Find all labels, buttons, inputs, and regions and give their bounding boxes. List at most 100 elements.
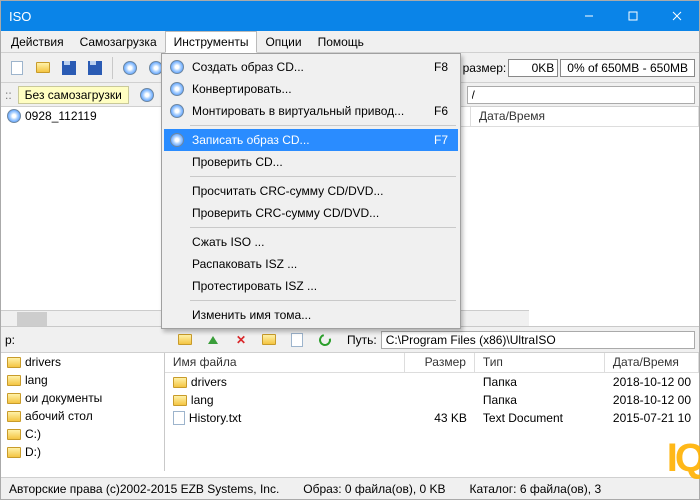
capacity-value: 0% of 650MB - 650MB xyxy=(560,59,695,77)
blank-icon xyxy=(168,153,186,171)
boot-disc-button[interactable] xyxy=(135,83,159,107)
local-tree[interactable]: driverslang ои документы абочий стол C:)D:) xyxy=(1,353,165,471)
col-type[interactable]: Тип xyxy=(475,353,605,372)
lower-toolbar: р: ✕ Путь: xyxy=(1,327,699,353)
info-button[interactable] xyxy=(285,328,309,352)
menu-item-shortcut: F6 xyxy=(426,104,454,118)
scroll-thumb[interactable] xyxy=(17,312,47,326)
lower-path-input[interactable] xyxy=(381,331,695,349)
col-size[interactable]: Размер xyxy=(405,353,475,372)
disc-tool-button[interactable] xyxy=(118,56,142,80)
blank-icon xyxy=(168,204,186,222)
menu-помощь[interactable]: Помощь xyxy=(310,31,372,52)
menu-item[interactable]: Сжать ISO ... xyxy=(164,231,458,253)
menu-item-label: Сжать ISO ... xyxy=(192,235,420,249)
menubar: ДействияСамозагрузкаИнструментыОпцииПомо… xyxy=(1,31,699,53)
menu-item[interactable]: Проверить CRC-сумму CD/DVD... xyxy=(164,202,458,224)
tree-item[interactable]: 0928_112119 xyxy=(1,107,170,125)
menu-separator xyxy=(190,227,456,228)
remove-button[interactable]: ✕ xyxy=(229,328,253,352)
file-name: lang xyxy=(191,393,214,407)
arrow-up-icon xyxy=(208,336,218,344)
file-date: 2018-10-12 00 xyxy=(605,375,699,389)
file-date: 2015-07-21 10 xyxy=(605,411,699,425)
status-image: Образ: 0 файла(ов), 0 KB xyxy=(303,482,445,496)
menu-действия[interactable]: Действия xyxy=(3,31,72,52)
reload-button[interactable] xyxy=(313,328,337,352)
tree-item[interactable]: lang xyxy=(1,371,164,389)
close-button[interactable] xyxy=(655,1,699,31)
new-button[interactable] xyxy=(5,56,29,80)
lower-path-label: Путь: xyxy=(347,333,377,347)
menu-item[interactable]: Просчитать CRC-сумму CD/DVD... xyxy=(164,180,458,202)
tree-item[interactable]: абочий стол xyxy=(1,407,164,425)
col-date[interactable]: Дата/Время xyxy=(605,353,699,372)
total-size-value: 0KB xyxy=(508,59,558,77)
tree-item[interactable]: C:) xyxy=(1,425,164,443)
floppy-icon xyxy=(88,61,102,75)
folder-icon xyxy=(7,447,21,458)
menu-item[interactable]: Протестировать ISZ ... xyxy=(164,275,458,297)
file-row[interactable]: driversПапка2018-10-12 00 xyxy=(165,373,699,391)
disc-icon xyxy=(168,80,186,98)
menu-item[interactable]: Распаковать ISZ ... xyxy=(164,253,458,275)
tree-item-label: ои документы xyxy=(25,391,102,405)
up-button[interactable] xyxy=(173,328,197,352)
tree-item[interactable]: drivers xyxy=(1,353,164,371)
new-folder-button[interactable] xyxy=(257,328,281,352)
tree-item[interactable]: ои документы xyxy=(1,389,164,407)
save-as-button[interactable] xyxy=(83,56,107,80)
local-file-list[interactable]: Имя файла Размер Тип Дата/Время driversП… xyxy=(165,353,699,471)
window-title: ISO xyxy=(9,9,31,24)
menu-item[interactable]: Изменить имя тома... xyxy=(164,304,458,326)
menu-самозагрузка[interactable]: Самозагрузка xyxy=(72,31,165,52)
image-tree[interactable]: 0928_112119 xyxy=(1,107,171,326)
menu-item-label: Распаковать ISZ ... xyxy=(192,257,420,271)
tools-menu-dropdown: Создать образ CD...F8Конвертировать...Мо… xyxy=(161,53,461,329)
menu-item-label: Проверить CRC-сумму CD/DVD... xyxy=(192,206,420,220)
statusbar: Авторские права (c)2002-2015 EZB Systems… xyxy=(1,477,699,499)
menu-item-label: Записать образ CD... xyxy=(192,133,420,147)
menu-item[interactable]: Проверить CD... xyxy=(164,151,458,173)
blank-icon xyxy=(168,255,186,273)
menu-item-label: Создать образ CD... xyxy=(192,60,420,74)
disc-icon xyxy=(168,131,186,149)
folder-up-icon xyxy=(178,334,192,345)
file-size: 43 KB xyxy=(405,411,475,425)
folder-icon xyxy=(7,375,21,386)
folder-icon xyxy=(173,395,187,406)
lower-label: р: xyxy=(5,333,15,347)
file-row[interactable]: History.txt43 KBText Document2015-07-21 … xyxy=(165,409,699,427)
disc-icon xyxy=(140,88,154,102)
menu-item-label: Проверить CD... xyxy=(192,155,420,169)
open-button[interactable] xyxy=(31,56,55,80)
tree-item-label: абочий стол xyxy=(25,409,93,423)
status-copyright: Авторские права (c)2002-2015 EZB Systems… xyxy=(9,482,279,496)
lower-pane: driverslangои документыабочий столC:)D:)… xyxy=(1,353,699,471)
maximize-button[interactable] xyxy=(611,1,655,31)
tree-item[interactable]: D:) xyxy=(1,443,164,461)
menu-опции[interactable]: Опции xyxy=(257,31,309,52)
col-date[interactable]: Дата/Время xyxy=(471,107,699,126)
menu-item[interactable]: Конвертировать... xyxy=(164,78,458,100)
col-name[interactable]: Имя файла xyxy=(165,353,405,372)
menu-item[interactable]: Монтировать в виртуальный привод... F6 xyxy=(164,100,458,122)
path-input[interactable] xyxy=(467,86,695,104)
save-button[interactable] xyxy=(57,56,81,80)
blank-icon xyxy=(168,306,186,324)
page-icon xyxy=(11,61,23,75)
menu-item-shortcut: F8 xyxy=(426,60,454,74)
minimize-button[interactable] xyxy=(567,1,611,31)
folder-icon xyxy=(262,334,276,345)
menu-separator xyxy=(190,176,456,177)
file-name: drivers xyxy=(191,375,227,389)
menu-item[interactable]: Записать образ CD...F7 xyxy=(164,129,458,151)
disc-icon xyxy=(168,58,186,76)
menu-item-label: Монтировать в виртуальный привод... xyxy=(192,104,420,118)
menu-item[interactable]: Создать образ CD... F8 xyxy=(164,56,458,78)
tree-item-label: 0928_112119 xyxy=(25,109,97,123)
menu-инструменты[interactable]: Инструменты xyxy=(165,31,258,53)
file-row[interactable]: langПапка2018-10-12 00 xyxy=(165,391,699,409)
add-button[interactable] xyxy=(201,328,225,352)
menu-item-label: Просчитать CRC-сумму CD/DVD... xyxy=(192,184,420,198)
